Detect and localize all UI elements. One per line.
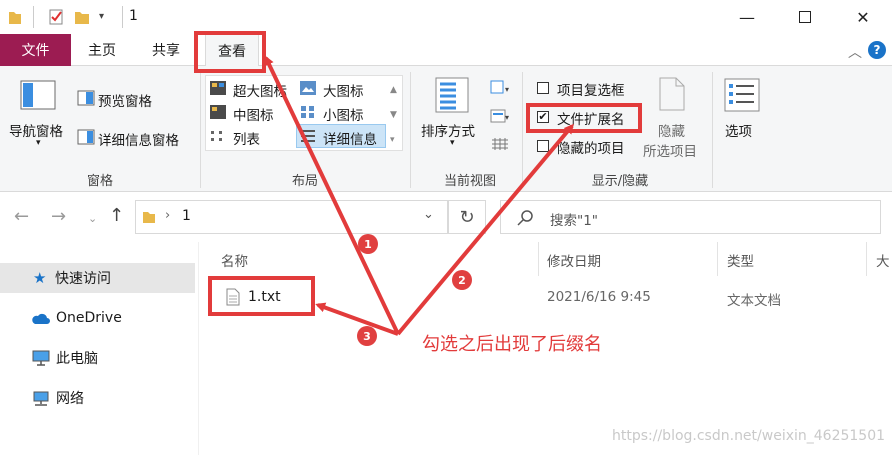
step-badge-3: 3 xyxy=(357,326,377,346)
annotation-text: 勾选之后出现了后缀名 xyxy=(422,334,602,355)
step-badge-2: 2 xyxy=(452,270,472,290)
step-badge-1: 1 xyxy=(358,234,378,254)
watermark: https://blog.csdn.net/weixin_46251501 xyxy=(612,428,886,444)
annotation-arrows xyxy=(264,55,574,336)
